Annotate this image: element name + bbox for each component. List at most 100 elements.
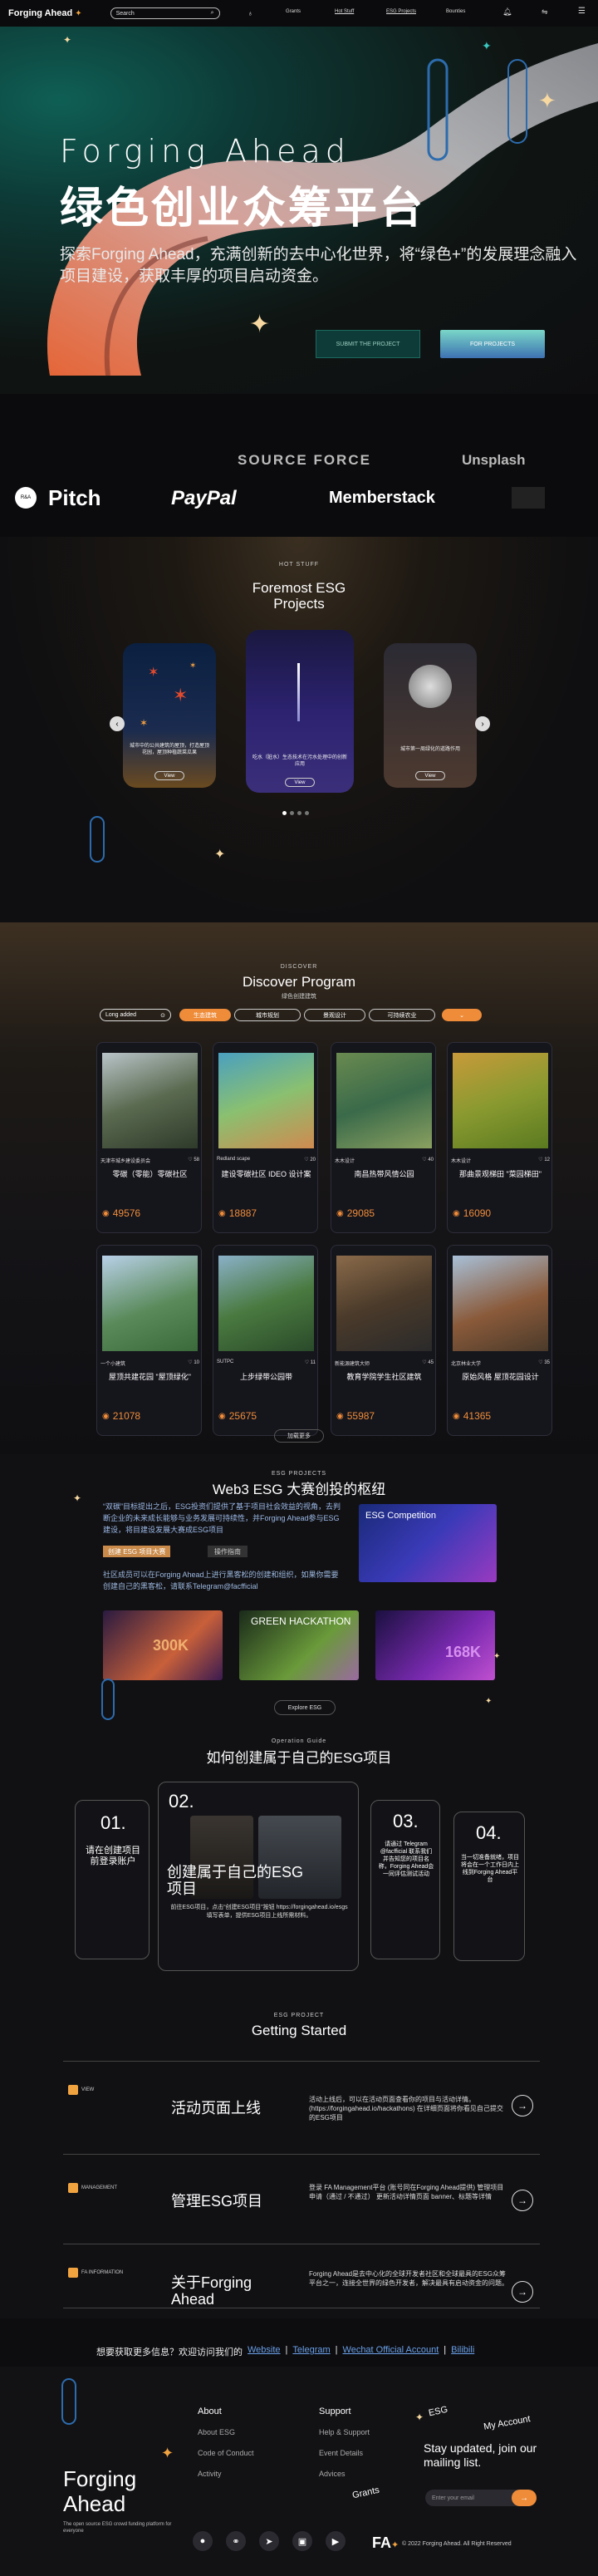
nav-grants[interactable]: Grants <box>286 9 301 14</box>
nav-bounties[interactable]: Bounties <box>446 9 465 14</box>
arrow-right-icon[interactable]: → <box>512 2281 533 2303</box>
carousel-dot[interactable] <box>290 811 294 815</box>
carousel-dot-active[interactable] <box>282 811 287 815</box>
project-card[interactable]: SUTPC ♡ 11 上步绿带公园带 ◉ 25675 <box>213 1245 318 1436</box>
project-meta: 一个小建筑 ♡ 10 <box>100 1359 199 1367</box>
wallet-icon[interactable]: ⇋ <box>542 7 548 17</box>
esg-tag-create[interactable]: 创建 ESG 项目大赛 <box>103 1546 171 1557</box>
floating-esg[interactable]: ESG <box>428 2405 448 2419</box>
submit-project-button[interactable]: SUBMIT THE PROJECT <box>316 330 420 358</box>
svg-text:✦: ✦ <box>63 34 71 46</box>
project-likes: ♡ 10 <box>188 1359 199 1367</box>
footer-code-of-conduct[interactable]: Code of Conduct <box>198 2443 254 2464</box>
esg-competition-title: ESG Competition <box>365 1511 436 1521</box>
gs-row-view-title: 活动页面上线 <box>171 2100 261 2116</box>
discover-subtitle: 绿色创建建筑 <box>282 994 316 1000</box>
footer-about-esg[interactable]: About ESG <box>198 2422 254 2443</box>
esg-competition-banner[interactable]: ESG Competition <box>359 1504 497 1582</box>
chip-2[interactable]: 景观设计 <box>304 1009 365 1021</box>
hot-card-1-view-button[interactable]: View <box>154 771 184 780</box>
link-website[interactable]: Website <box>248 2345 281 2358</box>
filter-button[interactable]: ⌄ <box>442 1009 482 1021</box>
footer-advices[interactable]: Advices <box>319 2464 370 2485</box>
sort-select[interactable]: Long added ⊙ <box>100 1009 171 1021</box>
link-bilibili[interactable]: Bilibili <box>451 2345 474 2358</box>
hot-card-2-desc: 吃水（脏水）生态技术在污水处理中的创新应用 <box>252 755 348 767</box>
project-card[interactable]: 新能源建筑大师 ♡ 45 教育学院学生社区建筑 ◉ 55987 <box>331 1245 436 1436</box>
logo[interactable]: Forging Ahead ✦ <box>8 8 82 18</box>
project-image <box>218 1256 314 1351</box>
hot-kicker: HOT STUFF <box>278 562 320 568</box>
carousel-dot[interactable] <box>305 811 309 815</box>
project-card[interactable]: 天津市城乡建设委员会 ♡ 58 零碳（零能）零碳社区 ◉ 49576 <box>96 1042 202 1233</box>
link-icon[interactable]: ⚭ <box>226 2531 246 2551</box>
explore-esg-button[interactable]: Explore ESG <box>274 1700 336 1715</box>
nav-hot-stuff[interactable]: Hot Stuff <box>335 9 354 14</box>
project-card[interactable]: 北京林业大学 ♡ 35 原始风格 屋顶花园设计 ◉ 41365 <box>447 1245 552 1436</box>
arrow-right-icon[interactable]: → <box>512 2190 533 2211</box>
link-wechat[interactable]: Wechat Official Account <box>343 2345 439 2358</box>
esg-thumb-3[interactable]: 168K <box>375 1610 495 1680</box>
decor-pill <box>61 2378 76 2425</box>
hero-title-en: Forging Ahead <box>60 133 350 170</box>
eye-icon: ◉ <box>336 1208 344 1218</box>
footer-brand: Forging Ahead <box>63 2466 137 2516</box>
project-views: ◉ 18887 <box>218 1207 257 1219</box>
esg-community-text: 社区成员可以在Forging Ahead上进行黑客松的创建和组织，如果你需要创建… <box>103 1571 339 1590</box>
hot-card-2[interactable]: 吃水（脏水）生态技术在污水处理中的创新应用 View <box>246 630 354 793</box>
project-image <box>336 1053 432 1148</box>
heart-icon: ♡ <box>538 1158 543 1163</box>
lamp-icon[interactable]: ♁ <box>248 9 253 17</box>
carousel-next-button[interactable]: › <box>475 716 490 731</box>
link-telegram[interactable]: Telegram <box>292 2345 330 2358</box>
wechat-icon[interactable]: ▣ <box>292 2531 312 2551</box>
separator: | <box>285 2345 288 2355</box>
load-more-button[interactable]: 加载更多 <box>274 1429 324 1443</box>
carousel-prev-button[interactable]: ‹ <box>110 716 125 731</box>
eye-icon: ◉ <box>102 1411 110 1421</box>
hot-card-3[interactable]: 城市第一周绿化的道路作用 View <box>384 643 477 788</box>
hot-card-3-view-button[interactable]: View <box>415 771 445 780</box>
hot-card-2-view-button[interactable]: View <box>285 778 315 787</box>
github-icon[interactable]: ● <box>193 2531 213 2551</box>
hot-title: Foremost ESG Projects <box>252 580 346 612</box>
project-views: ◉ 25675 <box>218 1410 257 1422</box>
gs-row-view[interactable]: VIEW 活动页面上线 活动上线后，可以在活动页面查看你的项目与活动详情。 (h… <box>63 2061 540 2154</box>
project-card[interactable]: 木木设计 ♡ 12 那曲景观梯田 "菜园梯田" ◉ 16090 <box>447 1042 552 1233</box>
subscribe-button[interactable]: → <box>512 2490 537 2506</box>
hero-title-zh: 绿色创业众筹平台 <box>60 184 426 233</box>
partners-strip: SOURCE FORCE Unsplash R&A Pitch PayPal M… <box>0 394 598 537</box>
gs-row-info[interactable]: FA INFORMATION 关于Forging Ahead Forging A… <box>63 2244 540 2308</box>
chip-0[interactable]: 生态建筑 <box>179 1009 231 1021</box>
for-projects-button[interactable]: FOR PROJECTS <box>440 330 545 358</box>
carousel-dot[interactable] <box>297 811 301 815</box>
svg-text:✶: ✶ <box>140 717 148 729</box>
nav-esg-projects[interactable]: ESG Projects <box>386 9 416 14</box>
gs-row-management[interactable]: MANAGEMENT 管理ESG项目 登录 FA Management平台 (账… <box>63 2154 540 2244</box>
chip-3[interactable]: 可持续农业 <box>369 1009 435 1021</box>
project-card[interactable]: 一个小建筑 ♡ 10 屋顶共建花园 "屋顶绿化" ◉ 21078 <box>96 1245 202 1436</box>
footer-help[interactable]: Help & Support <box>319 2422 370 2443</box>
gs-row-info-tag: FA INFORMATION <box>68 2268 123 2278</box>
menu-icon[interactable]: ☰ <box>578 7 586 16</box>
step-2-number: 02. <box>169 1791 194 1812</box>
separator: | <box>335 2345 338 2355</box>
hot-card-1[interactable]: ✶ ✶ ✶ ✶ 城市中的公共建筑的屋顶，打造屋顶花园，屋顶种植蔬菜瓜果 View <box>123 643 216 788</box>
project-card[interactable]: Redland scape ♡ 20 建设零碳社区 IDEO 设计案 ◉ 18887 <box>213 1042 318 1233</box>
footer-event-details[interactable]: Event Details <box>319 2443 370 2464</box>
floating-grants[interactable]: Grants <box>351 2485 380 2501</box>
footer-activity[interactable]: Activity <box>198 2464 254 2485</box>
floating-my-account[interactable]: My Account <box>483 2414 531 2432</box>
bell-icon[interactable]: 🔔︎ <box>502 7 512 17</box>
esg-tag-guide[interactable]: 操作指南 <box>208 1546 248 1557</box>
esg-thumb-2[interactable]: GREEN HACKATHON <box>239 1610 359 1680</box>
esg-thumb-1[interactable]: 300K <box>103 1610 223 1680</box>
heart-icon: ♡ <box>422 1158 427 1163</box>
chip-1[interactable]: 城市规划 <box>234 1009 301 1021</box>
telegram-icon[interactable]: ➤ <box>259 2531 279 2551</box>
partner-paypal: PayPal <box>171 487 237 509</box>
youtube-icon[interactable]: ▶ <box>326 2531 346 2551</box>
project-card[interactable]: 木木设计 ♡ 40 南昌热带风情公园 ◉ 29085 <box>331 1042 436 1233</box>
arrow-right-icon[interactable]: → <box>512 2095 533 2116</box>
search-input[interactable]: Search ⌕ <box>110 7 220 19</box>
